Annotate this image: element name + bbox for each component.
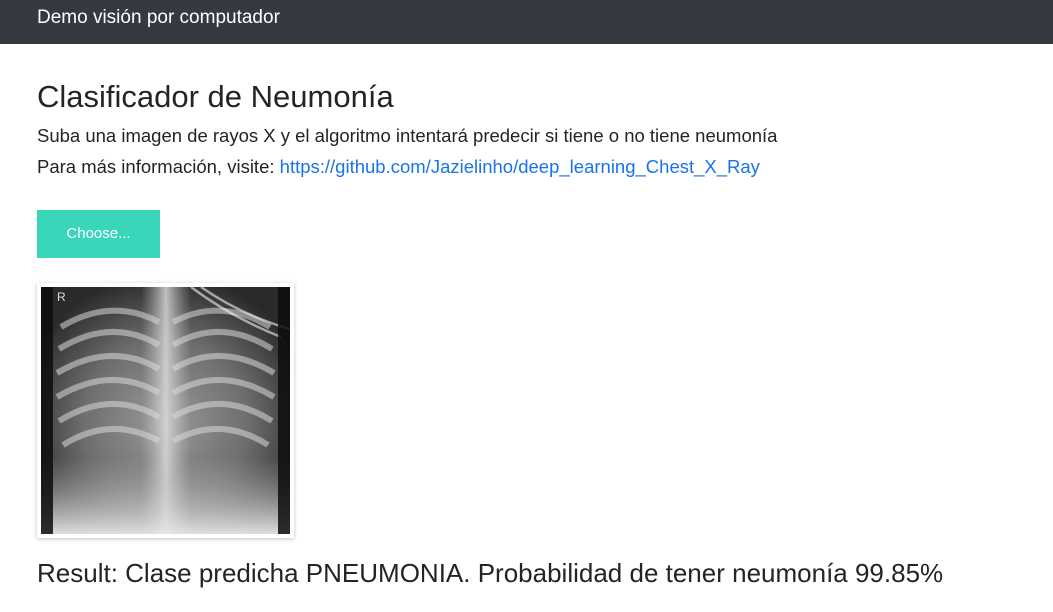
github-link[interactable]: https://github.com/Jazielinho/deep_learn… — [280, 156, 760, 177]
choose-file-button[interactable]: Choose... — [37, 210, 160, 258]
xray-image-preview: R — [37, 283, 294, 538]
top-navbar: Demo visión por computador — [0, 0, 1053, 44]
navbar-brand[interactable]: Demo visión por computador — [37, 7, 280, 29]
prediction-result: Result: Clase predicha PNEUMONIA. Probab… — [37, 558, 944, 588]
info-line: Para más información, visite: https://gi… — [37, 155, 760, 179]
page-subtitle: Suba una imagen de rayos X y el algoritm… — [37, 125, 778, 146]
page-title: Clasificador de Neumonía — [37, 79, 394, 114]
chest-xray-image: R — [41, 287, 290, 534]
xray-marker: R — [57, 290, 66, 304]
info-prefix: Para más información, visite: — [37, 156, 280, 177]
